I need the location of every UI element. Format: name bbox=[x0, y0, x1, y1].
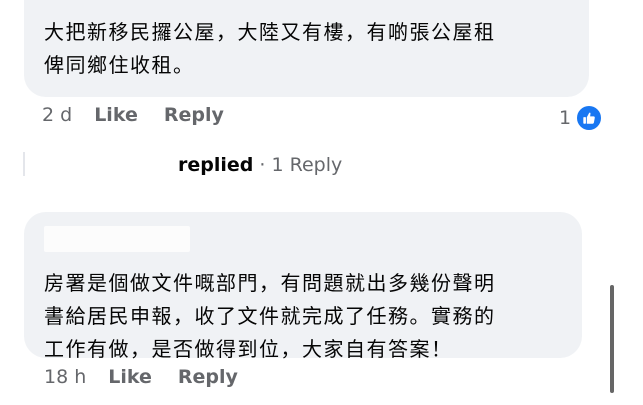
reaction-count: 1 bbox=[559, 107, 572, 129]
replies-separator: · bbox=[259, 154, 266, 176]
view-replies-link[interactable]: replied · 1 Reply bbox=[178, 154, 342, 176]
replies-action: replied bbox=[178, 154, 254, 176]
thread-connector-line bbox=[23, 152, 25, 176]
thumbs-up-icon bbox=[575, 104, 604, 132]
reaction-summary[interactable]: 1 bbox=[559, 104, 604, 132]
scrollbar-thumb[interactable] bbox=[610, 285, 614, 393]
comment-text-line: 大把新移民攞公屋，大陸又有樓，有啲張公屋租 bbox=[44, 20, 496, 44]
comment-text-line: 俾同鄉住收租。 bbox=[44, 53, 195, 77]
comment-bubble: 大把新移民攞公屋，大陸又有樓，有啲張公屋租 俾同鄉住收租。 bbox=[24, 0, 589, 97]
comment-timestamp[interactable]: 2 d bbox=[42, 104, 72, 126]
comment-text: 大把新移民攞公屋，大陸又有樓，有啲張公屋租 俾同鄉住收租。 bbox=[44, 16, 569, 82]
redacted-author-name bbox=[44, 226, 190, 252]
like-button[interactable]: Like bbox=[108, 366, 152, 388]
comment-bubble: 房署是個做文件嘅部門，有問題就出多幾份聲明 書給居民申報，收了文件就完成了任務。… bbox=[24, 212, 582, 361]
reply-button[interactable]: Reply bbox=[178, 366, 238, 388]
comment-text-line: 書給居民申報，收了文件就完成了任務。實務的 bbox=[44, 304, 496, 328]
comment-timestamp[interactable]: 18 h bbox=[44, 366, 86, 388]
comment-text-line: 工作有做，是否做得到位，大家自有答案！ bbox=[44, 337, 453, 361]
replies-count: 1 Reply bbox=[271, 154, 343, 176]
comment-actions: 2 d Like Reply bbox=[42, 104, 250, 126]
comment-text: 房署是個做文件嘅部門，有問題就出多幾份聲明 書給居民申報，收了文件就完成了任務。… bbox=[44, 267, 562, 366]
like-button[interactable]: Like bbox=[94, 104, 138, 126]
comment-actions: 18 h Like Reply bbox=[44, 366, 264, 388]
comment-text-line: 房署是個做文件嘅部門，有問題就出多幾份聲明 bbox=[44, 271, 496, 295]
reply-button[interactable]: Reply bbox=[164, 104, 224, 126]
